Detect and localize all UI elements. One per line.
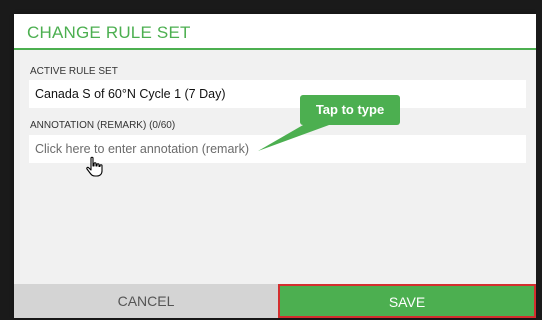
tap-to-type-callout: Tap to type	[258, 95, 400, 151]
callout-text: Tap to type	[300, 95, 400, 125]
save-button[interactable]: SAVE	[278, 284, 536, 318]
dialog-title-bar: CHANGE RULE SET	[14, 14, 536, 50]
active-rule-set-label: ACTIVE RULE SET	[30, 66, 118, 77]
active-rule-set-value[interactable]: Canada S of 60°N Cycle 1 (7 Day)	[29, 80, 526, 108]
window-edge	[536, 0, 542, 320]
cancel-button[interactable]: CANCEL	[14, 284, 278, 318]
hand-pointer-icon	[86, 156, 103, 177]
dialog-title: CHANGE RULE SET	[27, 23, 191, 42]
dialog-button-row: CANCEL SAVE	[14, 284, 536, 318]
annotation-label: ANNOTATION (REMARK) (0/60)	[30, 120, 176, 131]
